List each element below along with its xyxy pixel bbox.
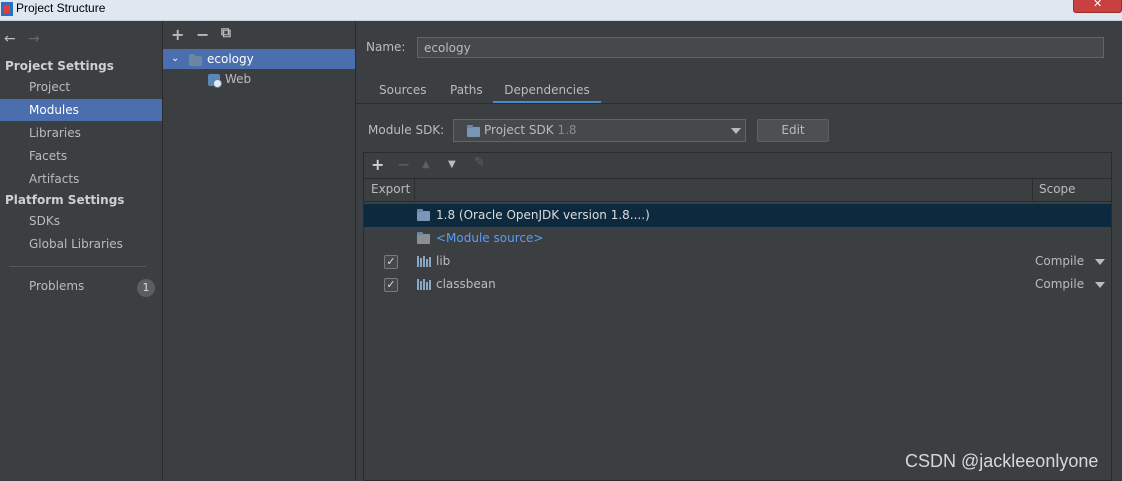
nav-item-sdks[interactable]: SDKs [0,210,162,232]
scope-select[interactable]: Compile [1035,273,1084,296]
library-icon [417,279,431,290]
module-tree-panel: + − ⧉ ⌄ ecology Web [163,21,356,481]
tree-node-label: ecology [207,52,254,66]
dependency-name: <Module source> [436,231,544,245]
nav-item-global-libraries[interactable]: Global Libraries [0,233,162,255]
app-icon [1,2,13,16]
copy-module-button[interactable]: ⧉ [221,25,231,41]
source-folder-icon [417,232,430,244]
table-row[interactable]: <Module source> [364,227,1111,250]
nav-divider [9,266,146,267]
table-row[interactable]: ✓ classbean Compile [364,273,1111,296]
dependencies-table-header: Export Scope [364,178,1111,202]
close-window-button[interactable] [1073,0,1122,13]
column-divider [1032,179,1033,201]
nav-item-project[interactable]: Project [0,76,162,98]
add-module-button[interactable]: + [171,25,184,44]
tab-sources[interactable]: Sources [379,79,426,101]
module-settings-panel: Name: ecology Sources Paths Dependencies… [356,21,1122,481]
export-checkbox[interactable]: ✓ [384,255,398,269]
sdk-folder-icon [417,209,430,221]
chevron-down-icon[interactable] [1095,282,1105,288]
tab-dependencies[interactable]: Dependencies [493,79,601,104]
settings-nav: ← → Project Settings Project Modules Lib… [0,21,163,481]
sdk-folder-icon [467,125,480,137]
move-down-button[interactable]: ▼ [448,159,456,170]
arrow-left-icon[interactable]: ← [4,31,16,47]
module-sdk-label: Module SDK: [368,123,445,137]
tree-node-web[interactable]: Web [163,69,355,89]
chevron-down-icon[interactable] [731,128,741,134]
module-folder-icon [189,54,202,66]
web-facet-icon [208,74,222,88]
edit-sdk-button[interactable]: Edit [757,119,829,142]
remove-module-button[interactable]: − [196,25,209,44]
module-name-input[interactable]: ecology [417,37,1104,58]
tab-paths[interactable]: Paths [450,79,483,101]
window-title: Project Structure [16,1,106,15]
table-row[interactable]: ✓ lib Compile [364,250,1111,273]
column-header-export[interactable]: Export [371,182,410,196]
problems-count-badge: 1 [137,279,155,297]
export-checkbox[interactable]: ✓ [384,278,398,292]
column-divider [414,179,415,201]
nav-item-libraries[interactable]: Libraries [0,122,162,144]
watermark-text: CSDN @jackleeonlyone [905,451,1099,471]
tab-divider [356,103,1122,104]
module-sdk-select[interactable]: Project SDK 1.8 [453,119,746,142]
tree-node-label: Web [225,72,252,86]
nav-item-modules[interactable]: Modules [0,99,162,121]
add-dependency-button[interactable]: + [371,155,384,174]
dependencies-table-panel: + − ▲ ▼ ✎ Export Scope 1.8 (Oracle OpenJ… [363,152,1112,481]
dependency-name: 1.8 (Oracle OpenJDK version 1.8....) [436,208,650,222]
table-row[interactable]: 1.8 (Oracle OpenJDK version 1.8....) [364,204,1111,227]
edit-dependency-button[interactable]: ✎ [474,155,485,170]
chevron-down-icon[interactable]: ⌄ [171,49,179,69]
arrow-right-icon[interactable]: → [28,31,40,47]
project-settings-heading: Project Settings [5,59,114,73]
move-up-button[interactable]: ▲ [422,159,430,170]
library-icon [417,256,431,267]
platform-settings-heading: Platform Settings [5,193,125,207]
column-header-scope[interactable]: Scope [1039,182,1076,196]
dependencies-toolbar: + − ▲ ▼ ✎ [364,153,1111,177]
chevron-down-icon[interactable] [1095,259,1105,265]
dependency-name: classbean [436,277,496,291]
nav-item-artifacts[interactable]: Artifacts [0,168,162,190]
title-bar: Project Structure [0,0,1122,21]
scope-select[interactable]: Compile [1035,250,1084,273]
sdk-selected-value: Project SDK 1.8 [484,123,577,137]
tree-node-ecology[interactable]: ⌄ ecology [163,49,355,69]
nav-item-facets[interactable]: Facets [0,145,162,167]
remove-dependency-button[interactable]: − [397,155,410,174]
dependency-name: lib [436,254,451,268]
name-label: Name: [366,40,406,54]
